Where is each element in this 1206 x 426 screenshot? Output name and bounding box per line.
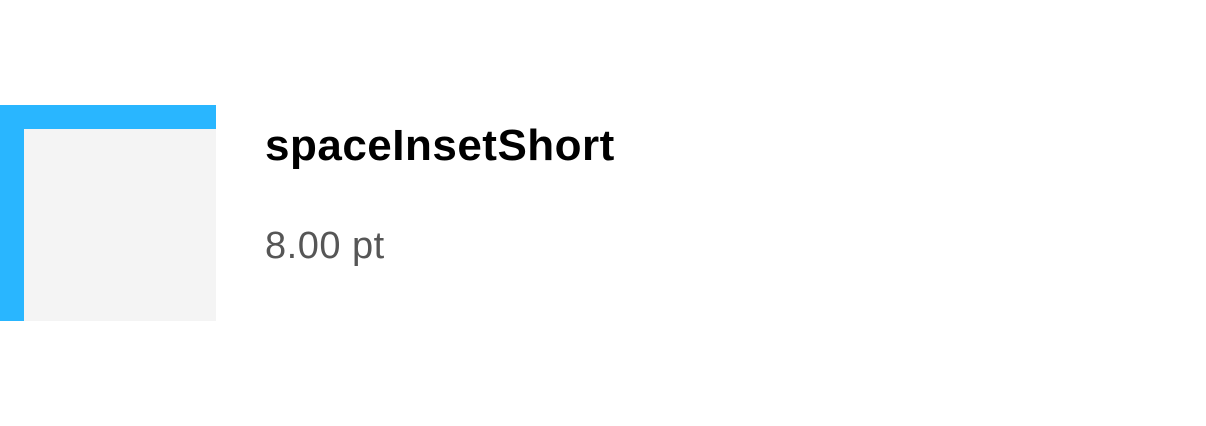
spacing-inset-swatch (0, 105, 216, 321)
swatch-content-area (24, 129, 216, 321)
token-value: 8.00 pt (265, 225, 385, 267)
token-name: spaceInsetShort (265, 121, 615, 170)
spacing-token-row: spaceInsetShort 8.00 pt (0, 0, 1206, 426)
